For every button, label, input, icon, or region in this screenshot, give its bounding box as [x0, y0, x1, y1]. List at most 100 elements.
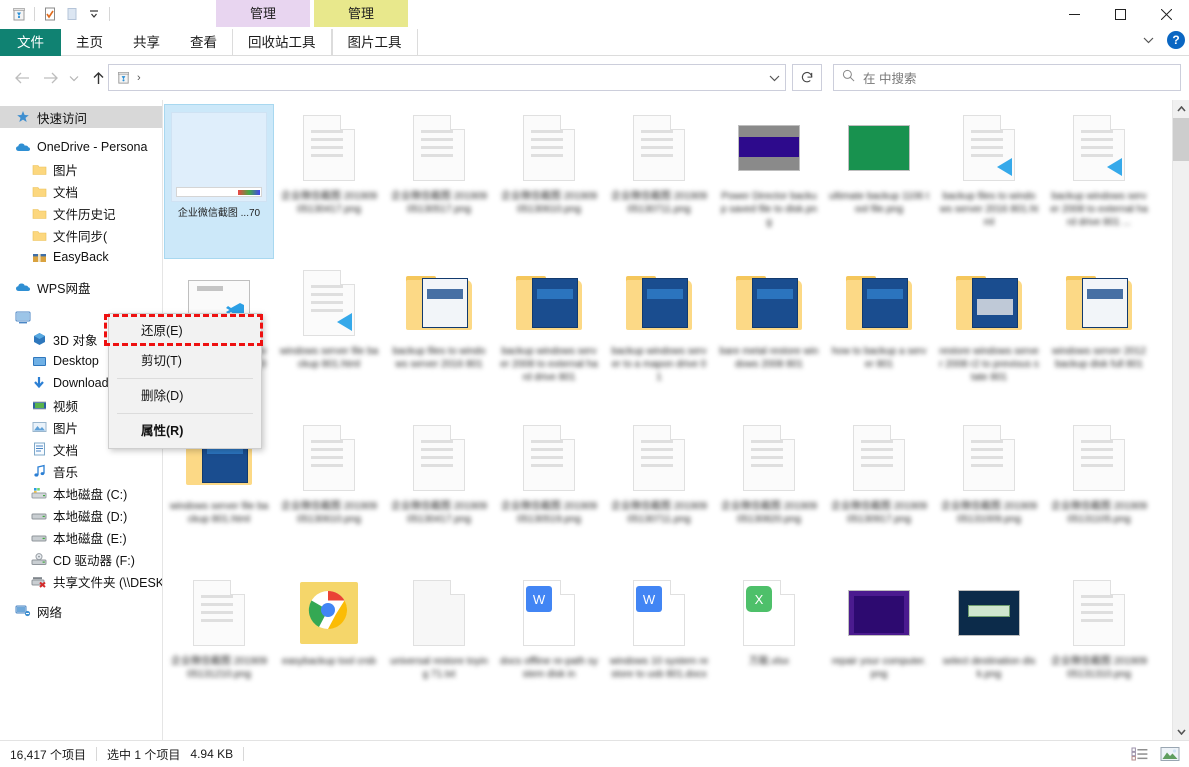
file-item[interactable]: 企业微信截图 20190905130711.png: [604, 414, 714, 569]
tab-view[interactable]: 查看: [175, 29, 232, 56]
scroll-down-icon[interactable]: [1173, 723, 1189, 740]
file-label: 企业微信截图 20190905130517.png: [389, 190, 489, 216]
context-menu-item-delete[interactable]: 删除(D): [109, 381, 261, 411]
file-item[interactable]: windows server file backup 801.html: [274, 259, 384, 414]
sidebar-item-wps-cloud[interactable]: WPS网盘: [0, 276, 162, 298]
large-icons-view-button[interactable]: [1159, 744, 1181, 764]
file-item[interactable]: backup files to windows server 2016 801.…: [934, 104, 1044, 259]
close-button[interactable]: [1143, 0, 1189, 29]
sidebar-item-easyback[interactable]: EasyBack: [0, 246, 162, 268]
file-label: 企业微信截图 20190905131009.png: [939, 500, 1039, 526]
file-item[interactable]: backup windows server to a mapon drive 0…: [604, 259, 714, 414]
scrollbar-thumb[interactable]: [1173, 118, 1189, 161]
scroll-up-icon[interactable]: [1173, 100, 1189, 117]
file-item[interactable]: 企业微信截图 20190905130917.png: [824, 414, 934, 569]
address-dropdown-button[interactable]: [762, 64, 786, 91]
contextual-group-title-picture: 管理: [314, 0, 408, 27]
file-item[interactable]: 企业微信截图 20190905130820.png: [714, 414, 824, 569]
chevron-down-icon[interactable]: [1139, 31, 1157, 49]
file-item[interactable]: 企业微信截图 20190905131310.png: [1044, 569, 1154, 724]
details-view-button[interactable]: [1129, 744, 1151, 764]
file-item[interactable]: repair your computer.png: [824, 569, 934, 724]
breadcrumb-separator[interactable]: ›: [133, 72, 145, 84]
sidebar-item-drive-d[interactable]: 本地磁盘 (D:): [0, 504, 162, 526]
context-menu-separator: [117, 413, 253, 414]
folder-open-icon: [1061, 265, 1137, 341]
file-item[interactable]: 企业微信截图 20190905131009.png: [934, 414, 1044, 569]
file-item[interactable]: W windows 10 system restore to usb 801.d…: [604, 569, 714, 724]
sidebar-item-cd-drive-f[interactable]: CD 驱动器 (F:): [0, 548, 162, 570]
sidebar-item-music[interactable]: 音乐: [0, 460, 162, 482]
file-label: how to backup a server 801: [829, 345, 929, 371]
file-item[interactable]: backup windows server 2008 to external h…: [1044, 104, 1154, 259]
file-item[interactable]: restore windows server 2008 r2 to previo…: [934, 259, 1044, 414]
file-item[interactable]: Power Director backup saved file to disk…: [714, 104, 824, 259]
sidebar-item-documents-od[interactable]: 文档: [0, 180, 162, 202]
file-item[interactable]: 企业微信截图 20190905130417.png: [274, 104, 384, 259]
sidebar-item-network[interactable]: 网络: [0, 600, 162, 622]
sidebar-item-pictures-od[interactable]: 图片: [0, 158, 162, 180]
file-list-pane[interactable]: 企业微信截图 ...70 企业微信截图 20190905130417.png 企…: [164, 100, 1173, 740]
file-item[interactable]: 企业微信截图 20190905130711.png: [604, 104, 714, 259]
file-item[interactable]: 企业微信截图 20190905130610.png: [274, 414, 384, 569]
properties-icon[interactable]: [39, 3, 61, 25]
search-box[interactable]: 在 中搜索: [833, 64, 1181, 91]
file-item[interactable]: 企业微信截图 20190905131210.png: [164, 569, 274, 724]
tab-recycle-bin-tools[interactable]: 回收站工具: [232, 29, 332, 56]
vertical-scrollbar[interactable]: [1172, 100, 1189, 740]
file-item[interactable]: W docs offline re-path system disk in: [494, 569, 604, 724]
file-item[interactable]: easybackup tool crsb: [274, 569, 384, 724]
help-icon[interactable]: ?: [1167, 31, 1185, 49]
new-folder-icon[interactable]: [61, 3, 83, 25]
customize-dropdown-icon[interactable]: [83, 3, 105, 25]
file-item[interactable]: how to backup a server 801: [824, 259, 934, 414]
forward-button[interactable]: [36, 64, 64, 92]
tab-picture-tools[interactable]: 图片工具: [332, 29, 418, 56]
picture-icon: [30, 418, 48, 436]
recent-locations-button[interactable]: [64, 64, 84, 92]
file-item[interactable]: ultimate backup 1106 tool file.png: [824, 104, 934, 259]
file-item[interactable]: universal restore toying 71.txt: [384, 569, 494, 724]
ribbon-right-controls: ?: [1139, 31, 1185, 49]
maximize-button[interactable]: [1097, 0, 1143, 29]
file-item[interactable]: 企业微信截图 ...70: [164, 104, 274, 259]
file-item[interactable]: 企业微信截图 20190905130610.png: [494, 104, 604, 259]
tab-home[interactable]: 主页: [61, 29, 118, 56]
sidebar-item-shared-folder[interactable]: 共享文件夹 (\\DESK: [0, 570, 162, 592]
this-pc-icon: [14, 308, 32, 326]
sidebar-item-file-history[interactable]: 文件历史记: [0, 202, 162, 224]
search-input[interactable]: 在 中搜索: [863, 68, 916, 87]
recycle-bin-icon[interactable]: [8, 3, 30, 25]
file-item[interactable]: backup files to windows server 2016 801: [384, 259, 494, 414]
sidebar-item-quick-access[interactable]: 快速访问: [0, 106, 162, 128]
file-item[interactable]: 企业微信截图 20190905130517.png: [384, 104, 494, 259]
toolbar-divider: [34, 7, 35, 21]
sidebar-item-onedrive[interactable]: OneDrive - Persona: [0, 136, 162, 158]
file-item[interactable]: select destination disk.png: [934, 569, 1044, 724]
sidebar-item-drive-e[interactable]: 本地磁盘 (E:): [0, 526, 162, 548]
context-menu-item-properties[interactable]: 属性(R): [109, 416, 261, 446]
tab-file[interactable]: 文件: [0, 29, 61, 56]
file-item[interactable]: bare metal restore windows 2008 801: [714, 259, 824, 414]
doc-plain-icon: [401, 575, 477, 651]
file-item[interactable]: windows server 2012 backup disk full 801: [1044, 259, 1154, 414]
file-item[interactable]: 企业微信截图 20190905130417.png: [384, 414, 494, 569]
chrome-icon: [291, 575, 367, 651]
file-item[interactable]: backup windows server 2008 to external h…: [494, 259, 604, 414]
file-item[interactable]: X 万能.xlsx: [714, 569, 824, 724]
context-menu-item-cut[interactable]: 剪切(T): [109, 346, 261, 376]
file-item[interactable]: 企业微信截图 20190905131105.png: [1044, 414, 1154, 569]
window-controls: [1051, 0, 1189, 29]
3d-object-icon: [30, 330, 48, 348]
back-button[interactable]: [8, 64, 36, 92]
tab-share[interactable]: 共享: [118, 29, 175, 56]
minimize-button[interactable]: [1051, 0, 1097, 29]
refresh-button[interactable]: [792, 64, 822, 91]
sidebar-item-drive-c[interactable]: 本地磁盘 (C:): [0, 482, 162, 504]
word-document-icon: W: [511, 575, 587, 651]
sidebar-item-file-sync[interactable]: 文件同步(: [0, 224, 162, 246]
address-bar[interactable]: ›: [108, 64, 786, 91]
status-item-count: 16,417 个项目: [0, 746, 96, 763]
file-item[interactable]: 企业微信截图 20190905130519.png: [494, 414, 604, 569]
navigation-buttons: [8, 64, 112, 92]
